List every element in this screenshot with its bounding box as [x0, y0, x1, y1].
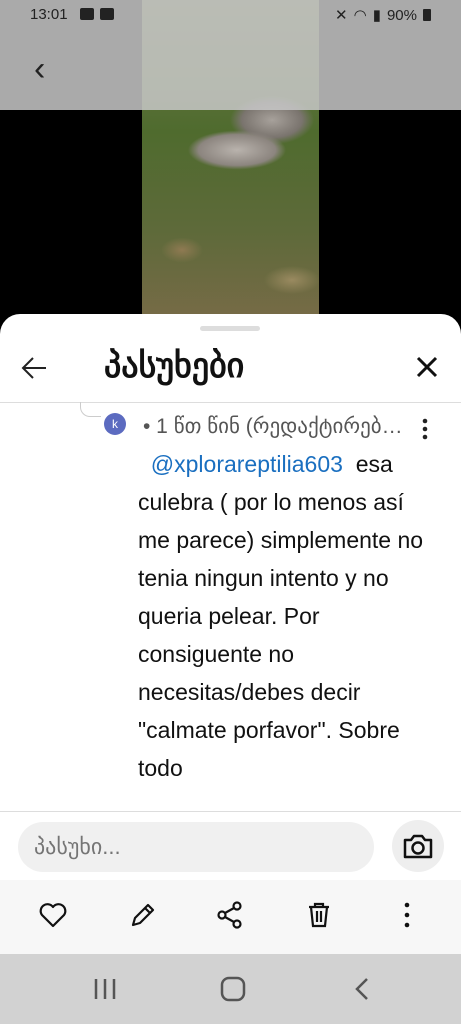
- video-player[interactable]: 13:01 ✕ ◠ ▮ 90% ‹: [0, 0, 461, 330]
- comment-list[interactable]: k • 1 წთ წინ (რედაქტირებული) @xplorarept…: [0, 403, 461, 811]
- reply-input[interactable]: [18, 822, 374, 872]
- comment-meta: • 1 წთ წინ (რედაქტირებული): [143, 415, 411, 438]
- avatar[interactable]: k: [104, 413, 126, 435]
- share-icon[interactable]: [215, 900, 245, 930]
- system-nav-bar: [0, 954, 461, 1024]
- comment-text: esa culebra ( por lo menos así me parece…: [138, 451, 424, 781]
- battery-text: 90%: [386, 6, 417, 24]
- more-vert-icon[interactable]: [416, 417, 434, 441]
- sheet-header: პასუხები: [0, 334, 461, 402]
- comment-body: @xplorareptilia603 esa culebra ( por lo …: [138, 445, 428, 787]
- mute-icon: ✕: [335, 7, 348, 24]
- close-icon[interactable]: [412, 352, 442, 382]
- wifi-icon: ◠: [353, 7, 367, 24]
- status-time: 13:01: [30, 6, 68, 23]
- recent-apps-icon[interactable]: [90, 976, 120, 1002]
- home-icon[interactable]: [218, 976, 248, 1002]
- battery-icon: [423, 9, 431, 21]
- replies-sheet: პასუხები k • 1 წთ წინ (რედაქტირებული) @x…: [0, 314, 461, 954]
- pencil-icon[interactable]: [128, 900, 158, 930]
- more-vert-icon[interactable]: [392, 900, 422, 930]
- signal-icon: ▮: [372, 7, 381, 24]
- action-bar: [0, 880, 461, 954]
- status-right: ✕ ◠ ▮ 90%: [335, 6, 431, 24]
- check-icon: [100, 8, 114, 20]
- heart-icon[interactable]: [38, 900, 68, 930]
- back-arrow-icon[interactable]: [20, 354, 48, 382]
- trash-icon[interactable]: [304, 900, 334, 930]
- camera-button[interactable]: [392, 820, 444, 872]
- status-bar: 13:01 ✕ ◠ ▮ 90%: [0, 0, 461, 30]
- reply-row: [0, 812, 461, 880]
- camera-icon: [403, 834, 433, 859]
- video-back-icon[interactable]: ‹: [34, 52, 45, 86]
- back-icon[interactable]: [348, 976, 378, 1002]
- mention-link[interactable]: @xplorareptilia603: [151, 451, 343, 477]
- sheet-title: პასუხები: [104, 347, 245, 385]
- drag-handle[interactable]: [200, 326, 260, 331]
- thread-line: [80, 402, 101, 417]
- youtube-icon: [80, 8, 94, 20]
- notification-icons: [80, 8, 114, 20]
